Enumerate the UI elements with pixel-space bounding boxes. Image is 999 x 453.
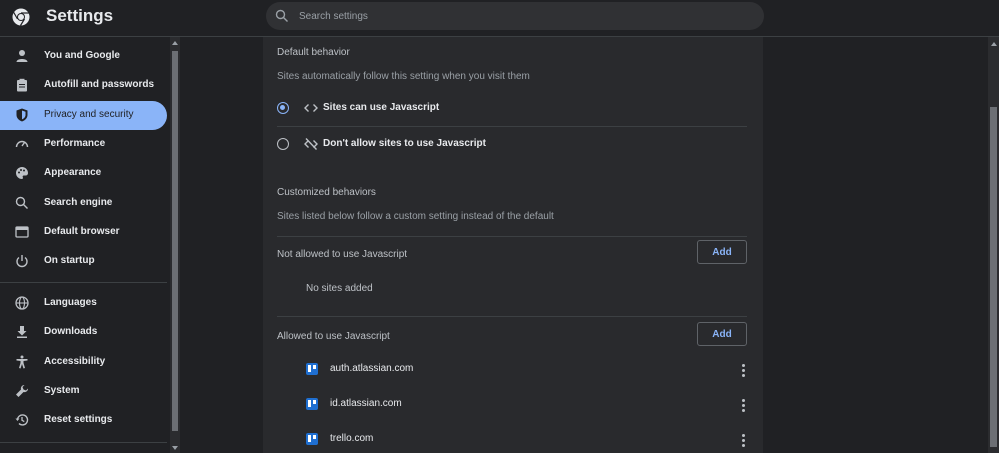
chrome-logo-icon — [12, 8, 30, 26]
speedometer-icon — [15, 140, 29, 148]
option-divider — [277, 126, 747, 127]
sidebar-item-label: Languages — [44, 297, 97, 308]
sidebar-item-label: Performance — [44, 138, 106, 149]
history-icon — [15, 414, 29, 426]
main-scroll-thumb[interactable] — [990, 107, 997, 447]
option-label: Don't allow sites to use Javascript — [323, 138, 486, 149]
not-allowed-label: Not allowed to use Javascript — [277, 249, 408, 260]
list-item[interactable]: auth.atlassian.com — [277, 357, 747, 383]
sidebar-item-label: Search engine — [44, 197, 113, 208]
scroll-up-arrow-icon[interactable] — [172, 41, 178, 45]
scroll-down-arrow-icon[interactable] — [172, 446, 178, 450]
section-divider — [277, 236, 747, 237]
sidebar-item-default-browser[interactable]: Default browser — [0, 218, 167, 247]
sidebar-item-autofill[interactable]: Autofill and passwords — [0, 71, 167, 100]
clipboard-icon — [17, 78, 27, 92]
sidebar-item-label: Downloads — [44, 326, 98, 337]
add-allowed-site-button[interactable]: Add — [697, 322, 747, 346]
sidebar-item-label: Accessibility — [44, 356, 106, 367]
customized-behaviors-heading: Customized behaviors — [277, 187, 376, 198]
sidebar: You and Google Autofill and passwords Pr… — [0, 37, 170, 453]
default-behavior-subtitle: Sites automatically follow this setting … — [277, 71, 530, 82]
sidebar-item-appearance[interactable]: Appearance — [0, 159, 167, 188]
search-icon — [15, 196, 28, 209]
site-name: auth.atlassian.com — [330, 363, 414, 374]
accessibility-icon — [16, 355, 28, 369]
more-actions-icon[interactable] — [735, 361, 751, 379]
download-icon — [17, 326, 27, 338]
main-scrollbar[interactable] — [988, 37, 999, 453]
sidebar-scrollbar[interactable] — [170, 37, 180, 453]
code-icon — [304, 104, 318, 112]
sidebar-item-privacy-and-security[interactable]: Privacy and security — [0, 101, 167, 130]
option-label: Sites can use Javascript — [323, 102, 440, 113]
site-name: id.atlassian.com — [330, 398, 402, 409]
javascript-settings-panel: Default behavior Sites automatically fol… — [263, 37, 763, 453]
search-input[interactable] — [299, 6, 739, 26]
scroll-up-arrow-icon[interactable] — [991, 42, 997, 46]
allowed-label: Allowed to use Javascript — [277, 331, 390, 342]
search-bar[interactable] — [266, 2, 764, 30]
default-behavior-heading: Default behavior — [277, 47, 350, 58]
trello-favicon-icon — [306, 433, 318, 445]
sidebar-item-label: You and Google — [44, 50, 120, 61]
section-divider — [277, 316, 747, 317]
sidebar-item-reset-settings[interactable]: Reset settings — [0, 406, 167, 435]
block-javascript-option[interactable]: Don't allow sites to use Javascript — [277, 134, 747, 158]
sidebar-item-label: Privacy and security — [44, 109, 134, 120]
more-actions-icon[interactable] — [735, 431, 751, 449]
search-icon — [275, 9, 288, 22]
sidebar-item-performance[interactable]: Performance — [0, 130, 167, 159]
wrench-icon — [16, 384, 29, 397]
more-actions-icon[interactable] — [735, 396, 751, 414]
no-sites-added-text: No sites added — [306, 283, 373, 294]
sidebar-item-system[interactable]: System — [0, 377, 167, 406]
list-item[interactable]: trello.com — [277, 427, 747, 453]
power-icon — [16, 255, 28, 268]
add-not-allowed-site-button[interactable]: Add — [697, 240, 747, 264]
sidebar-item-label: System — [44, 385, 80, 396]
trello-favicon-icon — [306, 398, 318, 410]
radio-button-checked[interactable] — [277, 102, 289, 114]
sidebar-item-label: Autofill and passwords — [44, 79, 155, 90]
sidebar-divider — [0, 442, 167, 443]
person-icon — [16, 50, 28, 62]
sidebar-item-label: On startup — [44, 255, 95, 266]
shield-icon — [16, 108, 28, 122]
page-title: Settings — [46, 6, 114, 25]
sidebar-item-languages[interactable]: Languages — [0, 289, 167, 318]
trello-favicon-icon — [306, 363, 318, 375]
browser-icon — [15, 226, 29, 238]
sidebar-item-accessibility[interactable]: Accessibility — [0, 348, 167, 377]
palette-icon — [16, 167, 28, 179]
sidebar-item-label: Default browser — [44, 226, 120, 237]
sidebar-item-label: Reset settings — [44, 414, 113, 425]
sidebar-item-on-startup[interactable]: On startup — [0, 247, 167, 276]
sidebar-item-label: Appearance — [44, 167, 102, 178]
sidebar-item-you-and-google[interactable]: You and Google — [0, 42, 167, 71]
sidebar-item-downloads[interactable]: Downloads — [0, 318, 167, 347]
site-name: trello.com — [330, 433, 374, 444]
list-item[interactable]: id.atlassian.com — [277, 392, 747, 418]
globe-icon — [15, 296, 29, 310]
top-bar: Settings — [0, 0, 999, 37]
allow-javascript-option[interactable]: Sites can use Javascript — [277, 98, 747, 122]
sidebar-item-search-engine[interactable]: Search engine — [0, 189, 167, 218]
radio-button[interactable] — [277, 138, 289, 150]
code-off-icon — [304, 138, 318, 150]
sidebar-divider — [0, 282, 167, 283]
sidebar-scroll-thumb[interactable] — [172, 51, 178, 431]
customized-behaviors-subtitle: Sites listed below follow a custom setti… — [277, 211, 554, 222]
